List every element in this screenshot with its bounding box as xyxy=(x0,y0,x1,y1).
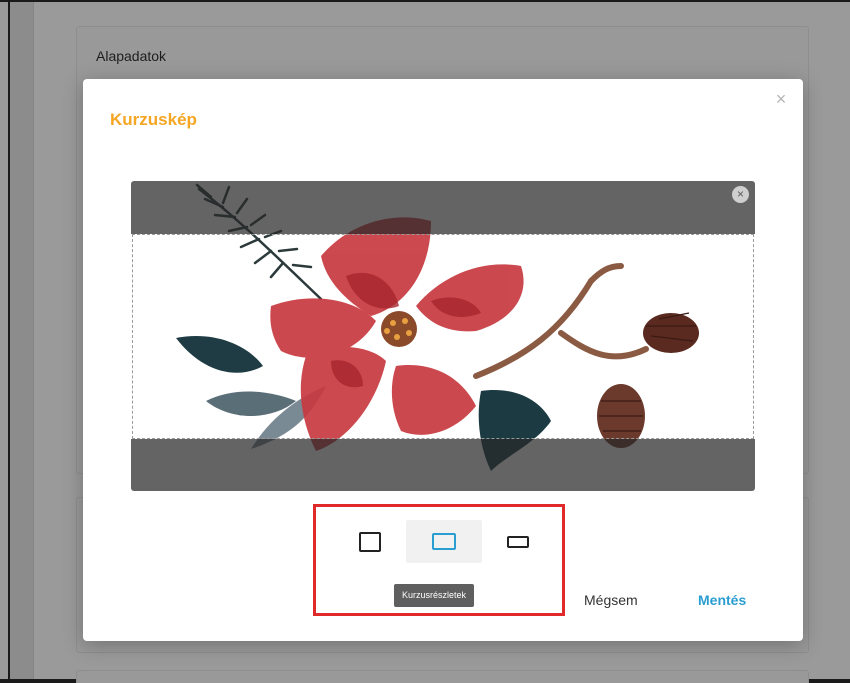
aspect-square-button[interactable] xyxy=(332,520,408,563)
save-button[interactable]: Mentés xyxy=(698,592,746,608)
close-icon[interactable]: × xyxy=(773,90,789,108)
banner-ratio-icon xyxy=(507,535,529,548)
cancel-button[interactable]: Mégsem xyxy=(584,592,638,608)
course-image-modal: Kurzuskép × × Kurzusrészletek Mégsem Men… xyxy=(83,79,803,641)
lower-card xyxy=(76,670,809,683)
crop-selection-box[interactable] xyxy=(132,234,754,439)
crop-mask-top xyxy=(131,181,755,234)
modal-title: Kurzuskép xyxy=(110,110,197,129)
aspect-ratio-selector: Kurzusrészletek xyxy=(313,504,565,616)
aspect-banner-button[interactable] xyxy=(480,520,556,563)
wide-ratio-icon xyxy=(432,533,456,550)
remove-image-icon[interactable]: × xyxy=(732,186,749,203)
basic-data-card-title: Alapadatok xyxy=(96,48,167,64)
aspect-ratio-tooltip: Kurzusrészletek xyxy=(394,584,475,607)
crop-mask-bottom xyxy=(131,439,755,491)
square-ratio-icon xyxy=(359,531,381,552)
image-cropper[interactable]: × xyxy=(131,181,755,491)
screen-border-top xyxy=(0,0,850,2)
aspect-wide-button[interactable] xyxy=(406,520,482,563)
side-strip xyxy=(10,2,34,679)
